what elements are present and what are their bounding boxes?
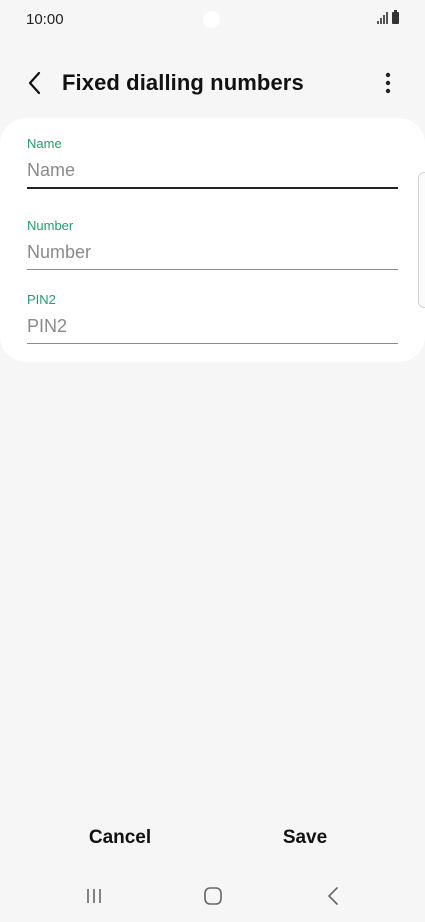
camera-cutout (203, 11, 220, 28)
name-label: Name (27, 136, 62, 151)
status-time: 10:00 (26, 11, 64, 28)
name-input[interactable] (27, 156, 398, 184)
back-button[interactable] (18, 66, 52, 100)
home-icon (204, 887, 222, 905)
number-underline (27, 269, 398, 270)
home-button[interactable] (193, 880, 233, 912)
number-field: Number (27, 218, 398, 270)
back-icon (328, 887, 338, 905)
nav-back-button[interactable] (313, 880, 353, 912)
navigation-bar (0, 876, 425, 916)
bottom-actions: Cancel Save (0, 818, 425, 858)
status-icons (377, 10, 399, 24)
name-field: Name (27, 136, 398, 189)
pin2-label: PIN2 (27, 292, 56, 307)
recents-button[interactable] (74, 880, 114, 912)
pin2-underline (27, 343, 398, 344)
app-header: Fixed dialling numbers (0, 58, 425, 108)
pin2-field: PIN2 (27, 292, 398, 344)
status-bar: 10:00 (0, 0, 425, 40)
more-options-button[interactable] (371, 66, 405, 100)
battery-icon (392, 10, 399, 24)
save-button[interactable]: Save (225, 818, 385, 858)
signal-icon (377, 12, 388, 24)
number-label: Number (27, 218, 74, 233)
number-input[interactable] (27, 238, 398, 266)
cancel-button[interactable]: Cancel (40, 818, 200, 858)
pin2-input[interactable] (27, 312, 398, 340)
name-underline (27, 187, 398, 189)
more-vertical-icon (385, 72, 391, 94)
scroll-indicator[interactable] (418, 172, 425, 308)
form-card: Name Number PIN2 (0, 118, 425, 362)
page-title: Fixed dialling numbers (62, 70, 304, 95)
chevron-left-icon (28, 71, 41, 95)
recents-icon (87, 889, 101, 903)
